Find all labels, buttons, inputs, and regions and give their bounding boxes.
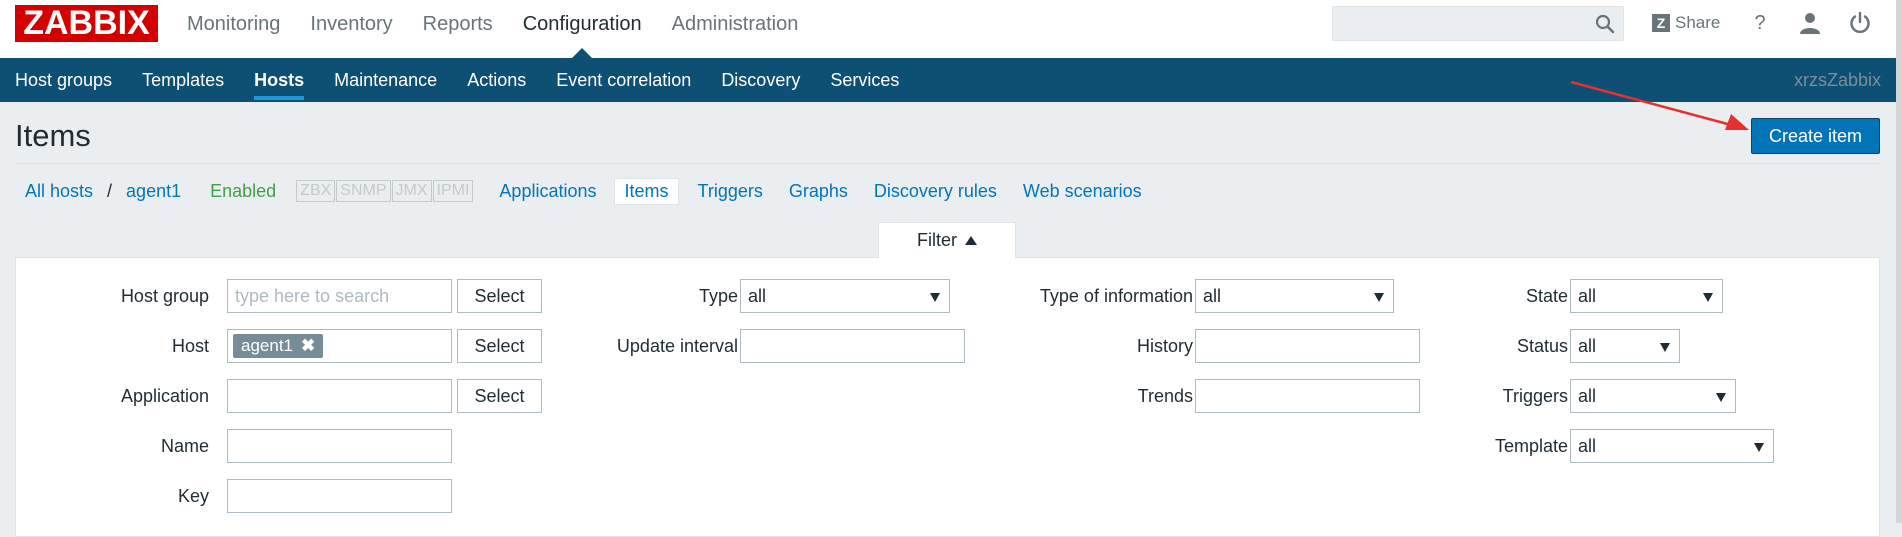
type-select[interactable]: all [740,279,950,313]
filter-panel: Host group type here to search Select Ho… [15,257,1880,537]
breadcrumb-separator: / [107,180,113,201]
tab-discovery-rules[interactable]: Discovery rules [874,181,997,202]
annotation-arrow [1570,80,1749,130]
create-item-button[interactable]: Create item [1751,118,1880,154]
subnav-event-correlation[interactable]: Event correlation [541,58,706,102]
key-input[interactable] [227,479,452,513]
badge-snmp: SNMP [336,180,391,202]
host-group-select-button[interactable]: Select [457,279,542,313]
user-icon[interactable] [1798,11,1822,35]
template-label: Template [1494,436,1568,456]
server-name: xrzsZabbix [1793,70,1881,90]
tab-graphs[interactable]: Graphs [789,181,848,202]
status-select-value: all [1578,336,1597,356]
triggers-select-value: all [1578,386,1597,406]
host-chip: agent1 ✖ [233,334,324,358]
filter-tab[interactable]: Filter [878,222,1016,258]
update-interval-label: Update interval [616,336,738,356]
subnav-templates[interactable]: Templates [127,58,239,102]
state-select-value: all [1578,286,1597,306]
tab-web-scenarios[interactable]: Web scenarios [1023,181,1142,202]
collapse-triangle-icon [965,236,977,245]
type-of-information-label: Type of information [1039,286,1193,306]
tab-items[interactable]: Items [614,177,679,205]
share-button[interactable]: Z Share [1652,10,1720,36]
subnav-maintenance[interactable]: Maintenance [319,58,452,102]
type-of-information-select[interactable]: all [1195,279,1394,313]
search-input[interactable] [1333,7,1623,40]
triggers-select[interactable]: all [1570,379,1736,413]
host-status-enabled[interactable]: Enabled [210,181,276,202]
availability-badges: ZBX SNMP JMX IPMI [296,180,474,202]
selected-caret [572,48,593,58]
dropdown-arrow-icon [1374,293,1384,302]
key-label: Key [177,486,209,506]
help-icon[interactable]: ? [1748,11,1772,35]
nav-monitoring[interactable]: Monitoring [172,0,295,48]
top-header: ZABBIX Monitoring Inventory Reports Conf… [0,0,1902,58]
trends-label: Trends [1137,386,1193,406]
subnav-hosts[interactable]: Hosts [239,58,319,102]
state-label: State [1525,286,1568,306]
breadcrumb-host[interactable]: agent1 [126,181,181,202]
triggers-label: Triggers [1502,386,1568,406]
nav-inventory[interactable]: Inventory [295,0,407,48]
type-select-value: all [748,286,767,306]
dropdown-arrow-icon [1660,343,1670,352]
remove-chip-icon[interactable]: ✖ [301,336,315,355]
host-label: Host [171,336,209,356]
subnav-services[interactable]: Services [815,58,914,102]
zabbix-share-icon: Z [1652,14,1670,32]
page-scrollbar[interactable] [1896,0,1902,523]
badge-ipmi: IPMI [432,180,474,202]
history-input[interactable] [1195,329,1420,363]
nav-reports[interactable]: Reports [408,0,508,48]
template-select[interactable]: all [1570,429,1774,463]
type-label: Type [698,286,738,306]
host-chip-label: agent1 [241,336,293,355]
filter-tab-label: Filter [917,230,957,250]
update-interval-input[interactable] [740,329,965,363]
application-select-button[interactable]: Select [457,379,542,413]
history-label: History [1136,336,1193,356]
dropdown-arrow-icon [1716,393,1726,402]
nav-configuration-label: Configuration [522,13,642,35]
status-label: Status [1516,336,1568,356]
host-group-label: Host group [120,286,209,306]
template-select-value: all [1578,436,1597,456]
nav-configuration[interactable]: Configuration [508,0,657,58]
tab-applications[interactable]: Applications [499,181,596,202]
subnav-discovery[interactable]: Discovery [706,58,815,102]
badge-zbx: ZBX [296,180,336,202]
power-icon[interactable] [1848,11,1872,35]
badge-jmx: JMX [391,180,432,202]
nav-administration[interactable]: Administration [657,0,814,48]
type-of-information-value: all [1203,286,1222,306]
search-icon[interactable] [1595,14,1615,34]
dropdown-arrow-icon [930,293,940,302]
host-multiselect[interactable]: agent1 ✖ [227,329,452,363]
subnav-actions[interactable]: Actions [452,58,541,102]
share-label: Share [1675,13,1721,32]
status-select[interactable]: all [1570,329,1680,363]
trends-input[interactable] [1195,379,1420,413]
dropdown-arrow-icon [1703,293,1713,302]
breadcrumb-all-hosts[interactable]: All hosts [25,181,93,202]
host-select-button[interactable]: Select [457,329,542,363]
page-title: Items [15,118,91,153]
state-select[interactable]: all [1570,279,1723,313]
subnav-host-groups[interactable]: Host groups [0,58,127,102]
application-input[interactable] [227,379,452,413]
zabbix-logo[interactable]: ZABBIX [15,5,158,42]
tab-triggers[interactable]: Triggers [698,181,763,202]
main-nav: Monitoring Inventory Reports Configurati… [172,0,814,58]
name-input[interactable] [227,429,452,463]
global-search [1332,6,1624,41]
application-label: Application [120,386,209,406]
dropdown-arrow-icon [1754,443,1764,452]
breadcrumb: All hosts / agent1 Enabled ZBX SNMP JMX … [25,176,1142,206]
header-divider [15,163,1880,164]
name-label: Name [160,436,209,456]
host-group-input[interactable]: type here to search [227,279,452,313]
